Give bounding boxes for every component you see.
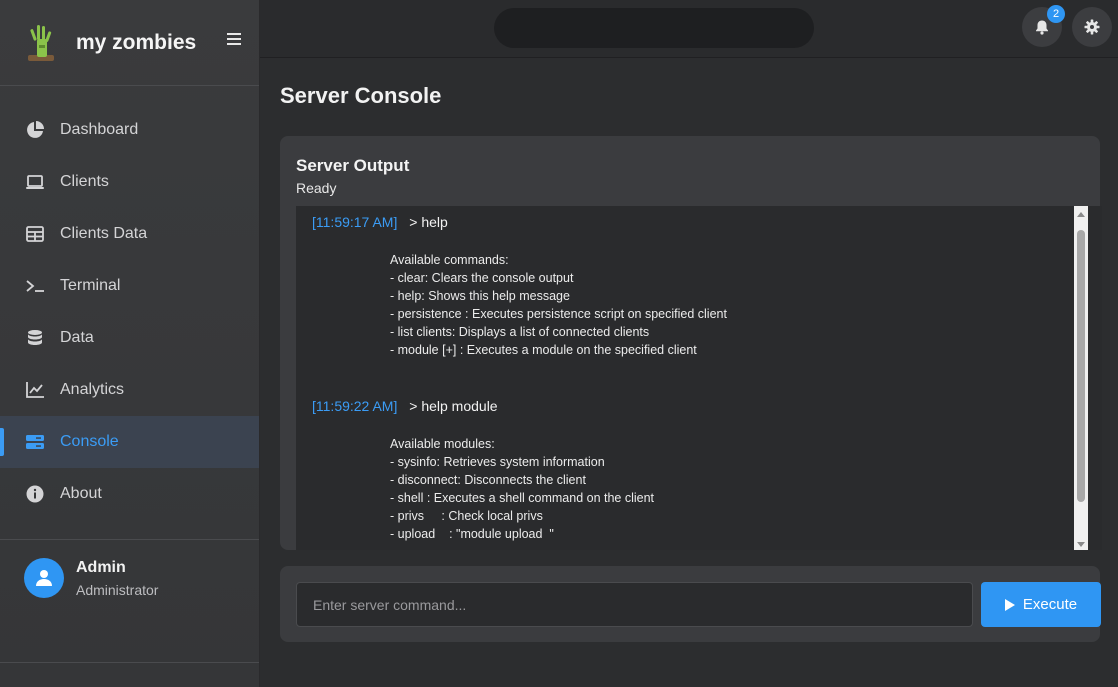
notifications-button[interactable]: 2	[1022, 5, 1065, 47]
sidebar-item-console[interactable]: Console	[0, 416, 259, 468]
command-output: Available commands: - clear: Clears the …	[390, 253, 727, 357]
command-panel: Execute	[280, 566, 1101, 642]
command-text: > help module	[409, 398, 498, 414]
execute-label: Execute	[1022, 596, 1078, 613]
panel-title: Server Output	[296, 156, 410, 175]
line-chart-icon	[24, 379, 46, 401]
user-card[interactable]: Admin Administrator	[0, 539, 259, 663]
console-scrollbar[interactable]	[1074, 206, 1088, 550]
status-text: Ready	[296, 180, 337, 196]
execute-button[interactable]: Execute	[981, 582, 1101, 627]
sidebar-nav: Dashboard Clients Clients Data Terminal …	[0, 86, 259, 520]
console-entry: [11:59:17 AM] > help Available commands:…	[296, 206, 1102, 359]
settings-button[interactable]	[1072, 7, 1112, 47]
sidebar-item-clients-data[interactable]: Clients Data	[0, 208, 259, 260]
server-output-panel: Server Output Ready [11:59:17 AM] > help…	[280, 136, 1102, 550]
sidebar-item-label: Data	[60, 329, 94, 346]
sidebar-item-terminal[interactable]: Terminal	[0, 260, 259, 312]
avatar	[24, 558, 64, 598]
timestamp: [11:59:22 AM]	[312, 398, 398, 414]
sidebar-item-dashboard[interactable]: Dashboard	[0, 104, 259, 156]
brand: my zombies	[0, 0, 259, 86]
pie-chart-icon	[24, 119, 46, 141]
info-icon	[24, 483, 46, 505]
scroll-up-icon[interactable]	[1077, 212, 1085, 217]
page-title: Server Console	[280, 83, 442, 108]
table-icon	[24, 223, 46, 245]
scroll-down-icon[interactable]	[1077, 542, 1085, 547]
server-command-input[interactable]	[296, 582, 973, 627]
gear-icon	[1084, 19, 1100, 35]
zombie-hand-icon	[28, 24, 54, 61]
sidebar-item-label: Terminal	[60, 277, 121, 294]
app-name: my zombies	[76, 30, 197, 54]
timestamp: [11:59:17 AM]	[312, 214, 398, 230]
console-entry: [11:59:22 AM] > help module Available mo…	[296, 359, 1102, 543]
command-text: > help	[409, 214, 448, 230]
user-icon	[36, 570, 52, 586]
console-output[interactable]: [11:59:17 AM] > help Available commands:…	[296, 206, 1102, 550]
sidebar-item-label: Console	[60, 433, 119, 450]
play-icon	[1004, 598, 1015, 611]
search-input[interactable]	[494, 8, 814, 48]
topbar: 2	[260, 0, 1118, 58]
sidebar-item-about[interactable]: About	[0, 468, 259, 520]
command-output: Available modules: - sysinfo: Retrieves …	[390, 437, 655, 541]
terminal-icon	[24, 275, 46, 297]
menu-toggle-icon[interactable]	[227, 33, 241, 47]
scrollbar-thumb[interactable]	[1077, 230, 1085, 502]
sidebar-item-label: Clients Data	[60, 225, 148, 242]
sidebar-item-label: Clients	[60, 173, 109, 190]
main-content: Server Console Server Output Ready [11:5…	[260, 58, 1118, 687]
laptop-icon	[24, 171, 46, 193]
sidebar-item-data[interactable]: Data	[0, 312, 259, 364]
server-icon	[24, 431, 46, 453]
sidebar: my zombies Dashboard Clients Clients Dat…	[0, 0, 260, 687]
sidebar-item-label: About	[60, 485, 102, 502]
notification-badge: 2	[1047, 5, 1065, 23]
sidebar-item-label: Dashboard	[60, 121, 139, 138]
user-role: Administrator	[76, 582, 159, 598]
bell-icon	[1036, 20, 1048, 35]
user-name: Admin	[76, 559, 126, 576]
sidebar-item-clients[interactable]: Clients	[0, 156, 259, 208]
sidebar-item-label: Analytics	[60, 381, 125, 398]
database-icon	[24, 327, 46, 349]
sidebar-item-analytics[interactable]: Analytics	[0, 364, 259, 416]
